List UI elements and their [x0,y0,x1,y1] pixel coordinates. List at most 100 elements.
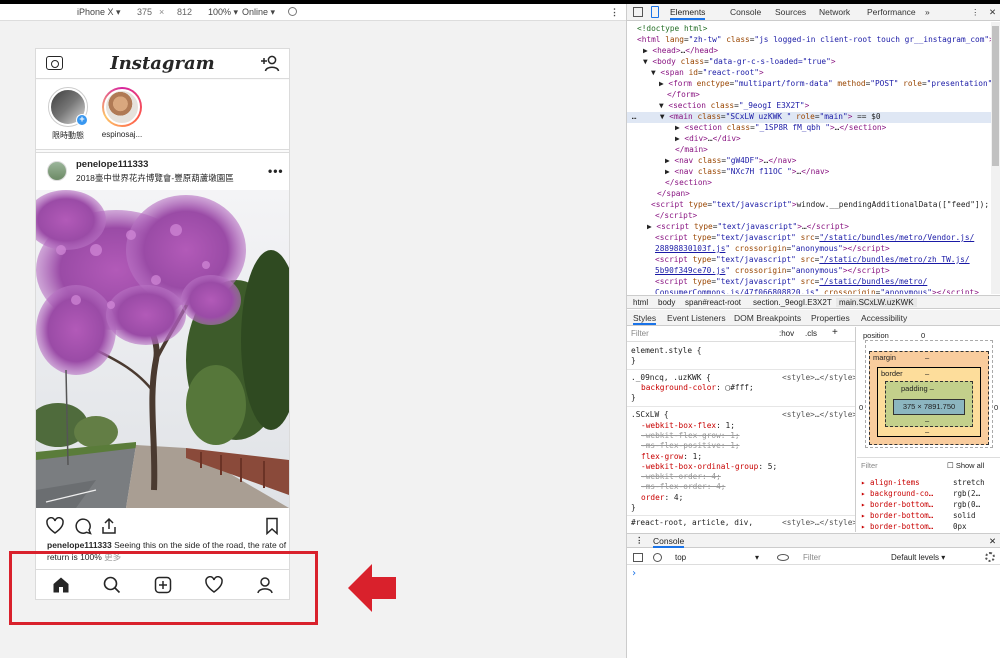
tab-console-drawer[interactable]: Console [653,536,685,548]
dom-node[interactable]: 5b90f349ce70.js" crossorigin="anonymous"… [655,266,890,277]
css-source[interactable]: <style>…</style> [782,518,855,528]
dom-node[interactable]: ▶ <form enctype="multipart/form-data" me… [659,79,991,90]
dom-node[interactable]: </form> [667,90,700,101]
device-mode-icon[interactable] [651,6,659,18]
css-prop[interactable]: -webkit-box-ordinal-group: 5; [641,462,777,472]
dom-node[interactable]: ▼ <span id="react-root"> [651,68,764,79]
tab-console[interactable]: Console [730,7,761,17]
post-photo[interactable] [36,190,289,508]
computed-row[interactable]: ▸ border-bottom… solid [861,511,999,522]
css-prop[interactable]: flex-grow: 1; [641,452,702,462]
share-icon[interactable] [100,517,118,535]
more-options-icon[interactable]: ••• [268,164,284,178]
tab-elements[interactable]: Elements [670,7,706,20]
comment-icon[interactable] [74,517,92,535]
computed-row[interactable]: ▸ border-bottom… rgb(0… [861,500,999,511]
tab-properties[interactable]: Properties [811,313,850,323]
dom-node[interactable]: 28898830103f.js" crossorigin="anonymous"… [655,244,890,255]
dom-node[interactable]: ▶ <script type="text/javascript">…</scri… [647,222,849,233]
caption-username[interactable]: penelope111333 [47,540,112,550]
computed-row[interactable]: ▸ border-bottom… 0px [861,522,999,533]
zoom-select[interactable]: 100% ▾ [208,7,238,18]
styles-filter-input[interactable]: Filter [631,329,649,339]
console-prompt[interactable]: › [631,568,637,579]
device-height-input[interactable]: 812 [177,7,192,17]
dom-node[interactable]: ConsumerCommons.js/47f066808820.js" cros… [655,288,979,294]
css-prop[interactable]: -ms-flex-positive: 1; [641,441,740,451]
tab-network[interactable]: Network [819,7,850,17]
breadcrumb-main[interactable]: main.SCxLW.uzKWK [836,298,917,307]
device-select[interactable]: iPhone X ▾ [77,7,121,18]
devtools-menu-icon[interactable]: ⋮ [971,7,980,18]
show-all-checkbox[interactable]: ☐ Show all [947,461,1000,472]
dom-node[interactable]: </span> [657,189,690,200]
dom-node[interactable]: <script type="text/javascript" src="/sta… [655,277,927,288]
tab-overflow-chevron[interactable]: » [925,7,930,17]
css-rule[interactable]: .SCxLW { [631,410,669,420]
dom-node[interactable]: </main> [675,145,708,156]
sidebar-toggle-icon[interactable] [633,553,643,562]
device-width-input[interactable]: 375 [137,7,152,17]
post-location[interactable]: 2018臺中世界花卉博覽會-豐原葫蘆墩園區 [76,172,234,184]
console-filter-input[interactable]: Filter [803,553,821,562]
device-toolbar-more-icon[interactable]: ⋮ [610,7,619,18]
css-rule[interactable]: element.style { [631,346,701,356]
story-item-espinosaj[interactable]: espinosaj... [99,87,145,139]
css-prop[interactable]: -ms-flex-order: 4; [641,482,726,492]
tab-event-listeners[interactable]: Event Listeners [667,313,726,323]
dom-node[interactable]: <script type="text/javascript" src="/sta… [655,255,970,266]
story-item-own[interactable]: + 限時動態 [45,87,91,141]
class-toggle[interactable]: .cls [805,329,817,339]
dom-node[interactable]: <html lang="zh-tw" class="js logged-in c… [637,35,991,46]
inspect-element-icon[interactable] [633,7,643,17]
tab-accessibility[interactable]: Accessibility [861,313,907,323]
eye-icon[interactable] [777,554,789,561]
dom-node[interactable]: ▼ <body class="data-gr-c-s-loaded="true"… [643,57,836,68]
breadcrumb-html[interactable]: html [633,298,648,307]
add-user-icon[interactable] [260,54,280,72]
breadcrumb-body[interactable]: body [658,298,675,307]
css-source[interactable]: <style>…</style> [782,373,855,383]
dom-node[interactable]: <script type="text/javascript" src="/sta… [655,233,974,244]
dom-node[interactable]: </section> [665,178,712,189]
log-levels-select[interactable]: Default levels ▾ [891,553,945,562]
css-rule[interactable]: #react-root, article, div, [631,518,753,528]
dom-node[interactable]: ▶ <section class="_1SP8R fM_qbh ">…</sec… [675,123,886,134]
instagram-logo[interactable]: Instagram [36,53,289,74]
css-prop[interactable]: -webkit-order: 4; [641,472,721,482]
avatar[interactable] [47,161,67,181]
tab-performance[interactable]: Performance [867,7,916,17]
css-prop[interactable]: background-color: ▢#fff; [641,383,754,393]
rotate-icon[interactable] [288,7,297,16]
post-username[interactable]: penelope111333 [76,159,148,170]
tab-sources[interactable]: Sources [775,7,806,17]
heart-icon[interactable] [46,517,64,535]
dom-node[interactable]: ▶ <div>…</div> [675,134,741,145]
drawer-menu-icon[interactable]: ⋮ [635,535,644,546]
dom-node[interactable]: ▶ <head>…</head> [643,46,718,57]
network-throttle-select[interactable]: Online ▾ [242,7,275,18]
close-icon[interactable]: ✕ [989,7,996,18]
context-select[interactable]: top [675,553,686,562]
box-model-content[interactable]: 375 × 7891.750 [893,399,965,415]
css-prop[interactable]: order: 4; [641,493,683,503]
dom-node[interactable]: <script type="text/javascript">window.__… [651,200,989,211]
dom-node[interactable]: ▶ <nav class="NXc7H f11OC ">…</nav> [665,167,829,178]
dom-node[interactable]: ▶ <nav class="gW4DF">…</nav> [665,156,797,167]
breadcrumb-react-root[interactable]: span#react-root [685,298,741,307]
gear-icon[interactable] [985,552,995,562]
css-prop[interactable]: -webkit-flex-grow: 1; [641,431,740,441]
css-source[interactable]: <style>…</style> [782,410,855,420]
elements-scrollbar[interactable] [991,22,1000,294]
close-drawer-icon[interactable]: ✕ [989,536,996,547]
breadcrumb-section[interactable]: section._9eogI.E3X2T [753,298,832,307]
dom-node-selected[interactable]: … ▼ <main class="SCxLW uzKWK " role="mai… [627,112,991,123]
dom-node[interactable]: </script> [655,211,697,222]
css-prop[interactable]: -webkit-box-flex: 1; [641,421,735,431]
tab-dom-breakpoints[interactable]: DOM Breakpoints [734,313,801,323]
tab-styles[interactable]: Styles [633,313,657,325]
chevron-down-icon[interactable]: ▾ [755,553,759,562]
dom-node[interactable]: ▼ <section class="_9eogI E3X2T"> [659,101,809,112]
computed-row[interactable]: ▸ background-co… rgb(2… [861,489,999,500]
dom-node[interactable]: <!doctype html> [637,24,707,35]
